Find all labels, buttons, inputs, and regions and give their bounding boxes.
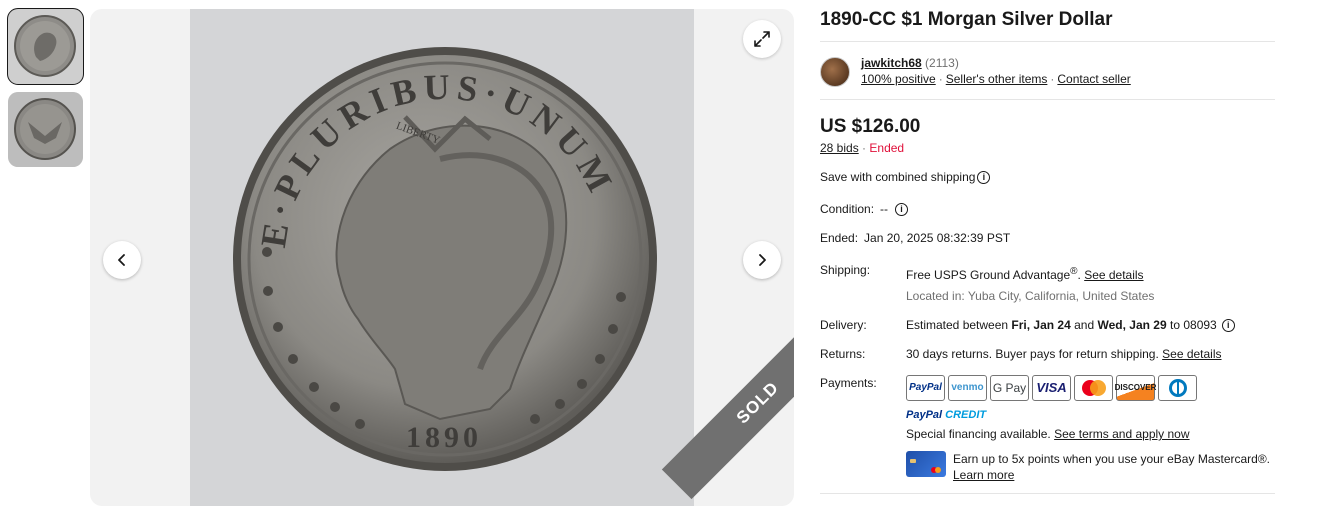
combined-shipping: Save with combined shipping i: [820, 169, 1275, 185]
paypal-icon: PayPal: [906, 375, 945, 401]
delivery-row: Delivery: Estimated between Fri, Jan 24 …: [820, 317, 1275, 333]
seller-other-items-link[interactable]: Seller's other items: [946, 72, 1048, 86]
payments-row: Payments: PayPal venmo G Pay VISA DISCOV…: [820, 375, 1271, 483]
thumbnail-obverse[interactable]: [7, 8, 84, 85]
info-icon[interactable]: i: [895, 202, 909, 216]
info-icon[interactable]: i: [1221, 318, 1235, 332]
condition-value: --: [880, 202, 889, 216]
ebay-mastercard-icon: [906, 451, 946, 477]
coin-reverse-thumb-image: [8, 92, 83, 167]
financing-terms-link[interactable]: See terms and apply now: [1054, 427, 1189, 441]
thumbnail-strip: [7, 8, 84, 175]
item-location: Located in: Yuba City, California, Unite…: [906, 289, 1155, 303]
previous-image-button[interactable]: [103, 241, 141, 279]
listing-status: Ended: [869, 141, 905, 155]
chevron-right-icon: [759, 254, 766, 266]
google-pay-icon: G Pay: [990, 375, 1029, 401]
visa-icon: VISA: [1032, 375, 1071, 401]
expand-icon: [754, 31, 770, 47]
delivery-zip[interactable]: 08093: [1183, 317, 1216, 333]
seller-avatar[interactable]: [820, 57, 850, 87]
ended-row: Ended: Jan 20, 2025 08:32:39 PST: [820, 230, 1275, 246]
main-image-gallery: E·PLURIBUS·UNUM 1890 LIBERTY SOLD: [90, 9, 794, 506]
coin-year-text: 1890: [406, 421, 482, 454]
shipping-label: Shipping:: [820, 263, 871, 277]
paypal-credit-logo: PayPal CREDIT: [906, 409, 987, 421]
coin-obverse-thumb-image: [8, 9, 83, 84]
condition-row: Condition: -- i: [820, 201, 1275, 217]
returns-row: Returns: 30 days returns. Buyer pays for…: [820, 347, 1222, 361]
diners-club-icon: [1158, 375, 1197, 401]
chevron-left-icon: [118, 254, 125, 266]
contact-seller-link[interactable]: Contact seller: [1057, 72, 1130, 86]
bids-link[interactable]: 28 bids: [820, 141, 859, 155]
returns-label: Returns:: [820, 347, 866, 361]
info-icon[interactable]: i: [977, 170, 991, 184]
seller-info: jawkitch68 (2113) 100% positive · Seller's…: [820, 42, 1275, 99]
shipping-row: Shipping: Free USPS Ground Advantage®. S…: [820, 263, 1155, 303]
discover-icon: DISCOVER: [1115, 375, 1156, 401]
main-coin-photo[interactable]: E·PLURIBUS·UNUM 1890 LIBERTY: [190, 9, 694, 506]
divider: [820, 99, 1275, 100]
shipping-see-details-link[interactable]: See details: [1084, 268, 1143, 282]
diners-club-logo-icon: [1168, 379, 1187, 397]
ended-value: Jan 20, 2025 08:32:39 PST: [864, 231, 1011, 245]
mastercard-promo: Earn up to 5x points when you use your e…: [906, 451, 1270, 483]
listing-details-panel: 1890-CC $1 Morgan Silver Dollar jawkitch…: [820, 8, 1275, 494]
listing-title: 1890-CC $1 Morgan Silver Dollar: [820, 9, 1113, 30]
divider: [820, 493, 1275, 494]
seller-positive-link[interactable]: 100% positive: [861, 72, 936, 86]
morgan-dollar-obverse-image: E·PLURIBUS·UNUM 1890 LIBERTY: [190, 9, 694, 506]
ended-label: Ended:: [820, 231, 859, 245]
payments-label: Payments:: [820, 376, 877, 390]
sold-label: SOLD: [732, 377, 783, 428]
fullscreen-button[interactable]: [743, 20, 781, 58]
venmo-icon: venmo: [948, 375, 987, 401]
returns-see-details-link[interactable]: See details: [1162, 347, 1221, 361]
mastercard-logo-icon: [1081, 380, 1106, 396]
condition-label: Condition:: [820, 202, 875, 216]
listing-price: US $126.00: [820, 116, 921, 137]
payment-methods: PayPal venmo G Pay VISA DISCOVER: [906, 375, 1270, 401]
learn-more-link[interactable]: Learn more: [953, 468, 1014, 482]
next-image-button[interactable]: [743, 241, 781, 279]
thumbnail-reverse[interactable]: [8, 92, 83, 167]
delivery-label: Delivery:: [820, 318, 867, 332]
seller-name-link[interactable]: jawkitch68: [861, 56, 922, 70]
seller-feedback-count: (2113): [925, 56, 959, 70]
mastercard-icon: [1074, 375, 1113, 401]
